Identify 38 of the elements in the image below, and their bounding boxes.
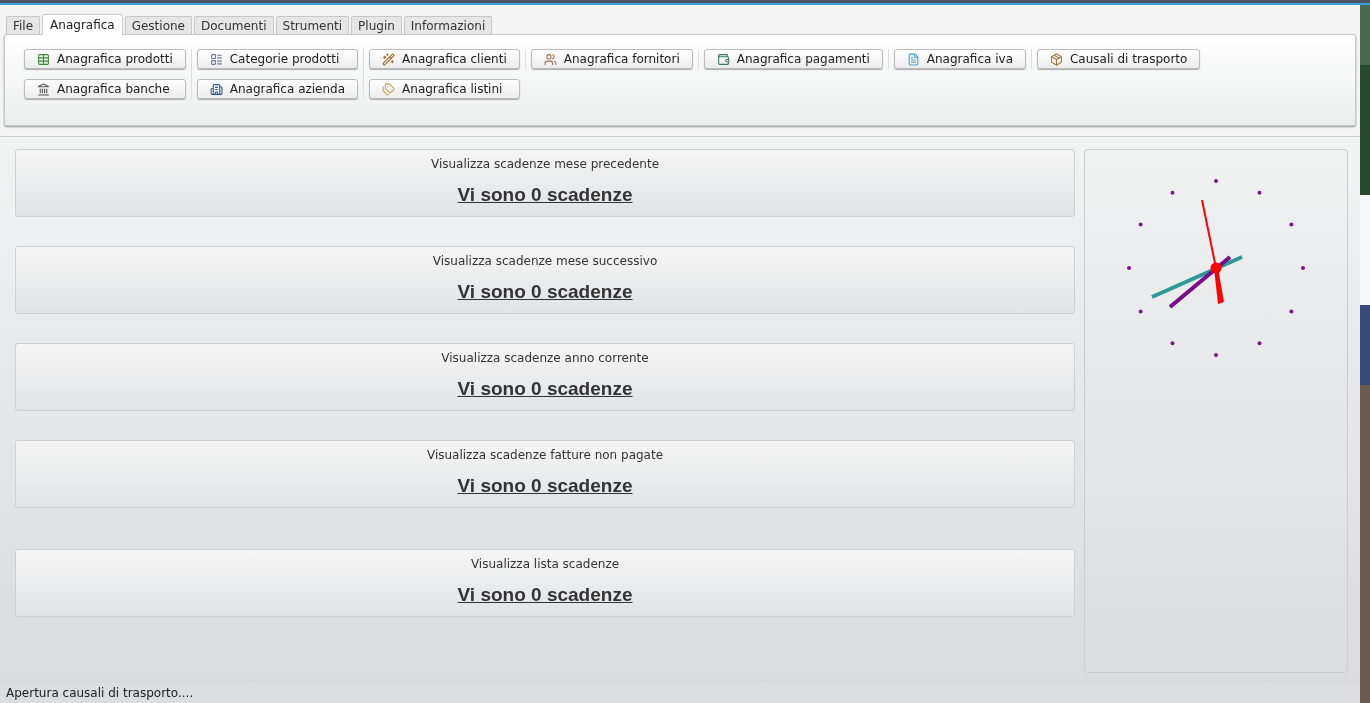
ribbon-button[interactable]: Causali di trasporto: [1037, 49, 1201, 69]
panel-title: Visualizza scadenze mese successivo: [432, 253, 658, 270]
deadline-link[interactable]: Vi sono 0 scadenze: [457, 278, 633, 307]
ribbon-button[interactable]: Anagrafica pagamenti: [703, 49, 883, 69]
ribbon-button[interactable]: Anagrafica banche: [24, 79, 186, 99]
ribbon-button[interactable]: Anagrafica clienti: [369, 49, 520, 69]
bank-icon: [37, 82, 50, 96]
panel-title: Visualizza scadenze anno corrente: [441, 350, 649, 367]
box-icon: [1050, 52, 1063, 66]
panel-title: Visualizza scadenze fatture non pagate: [426, 447, 664, 464]
deadline-link[interactable]: Vi sono 0 scadenze: [457, 472, 633, 501]
tab[interactable]: Anagrafica: [42, 14, 123, 35]
tab[interactable]: Strumenti: [275, 16, 350, 34]
table-icon: [37, 52, 50, 66]
deadline-link[interactable]: Vi sono 0 scadenze: [457, 581, 633, 610]
tab[interactable]: Informazioni: [403, 16, 493, 34]
ribbon-button[interactable]: Anagrafica fornitori: [530, 49, 693, 69]
ribbon-button[interactable]: Anagrafica prodotti: [24, 49, 186, 69]
status-text: Apertura causali di trasporto....: [6, 685, 194, 702]
building-icon: [209, 82, 223, 96]
deadline-link[interactable]: Vi sono 0 scadenze: [457, 181, 633, 210]
ribbon-button[interactable]: Anagrafica iva: [893, 49, 1026, 69]
panel-title: Visualizza lista scadenze: [470, 556, 620, 573]
panel-title: Visualizza scadenze mese precedente: [430, 156, 660, 173]
tag-icon: [382, 82, 396, 96]
deadline-link[interactable]: Vi sono 0 scadenze: [457, 375, 633, 404]
document-icon: [906, 52, 920, 66]
ribbon-button[interactable]: Anagrafica listini: [369, 79, 520, 99]
wallet-icon: [716, 52, 730, 66]
people-icon: [543, 52, 557, 66]
tab[interactable]: Gestione: [124, 16, 192, 34]
tab[interactable]: Plugin: [351, 16, 402, 34]
tab[interactable]: File: [6, 16, 41, 34]
ribbon-button[interactable]: Categorie prodotti: [196, 49, 359, 69]
wand-icon: [382, 52, 396, 66]
tab[interactable]: Documenti: [194, 16, 274, 34]
list-icon: [209, 52, 223, 66]
ribbon-button[interactable]: Anagrafica azienda: [196, 79, 359, 99]
